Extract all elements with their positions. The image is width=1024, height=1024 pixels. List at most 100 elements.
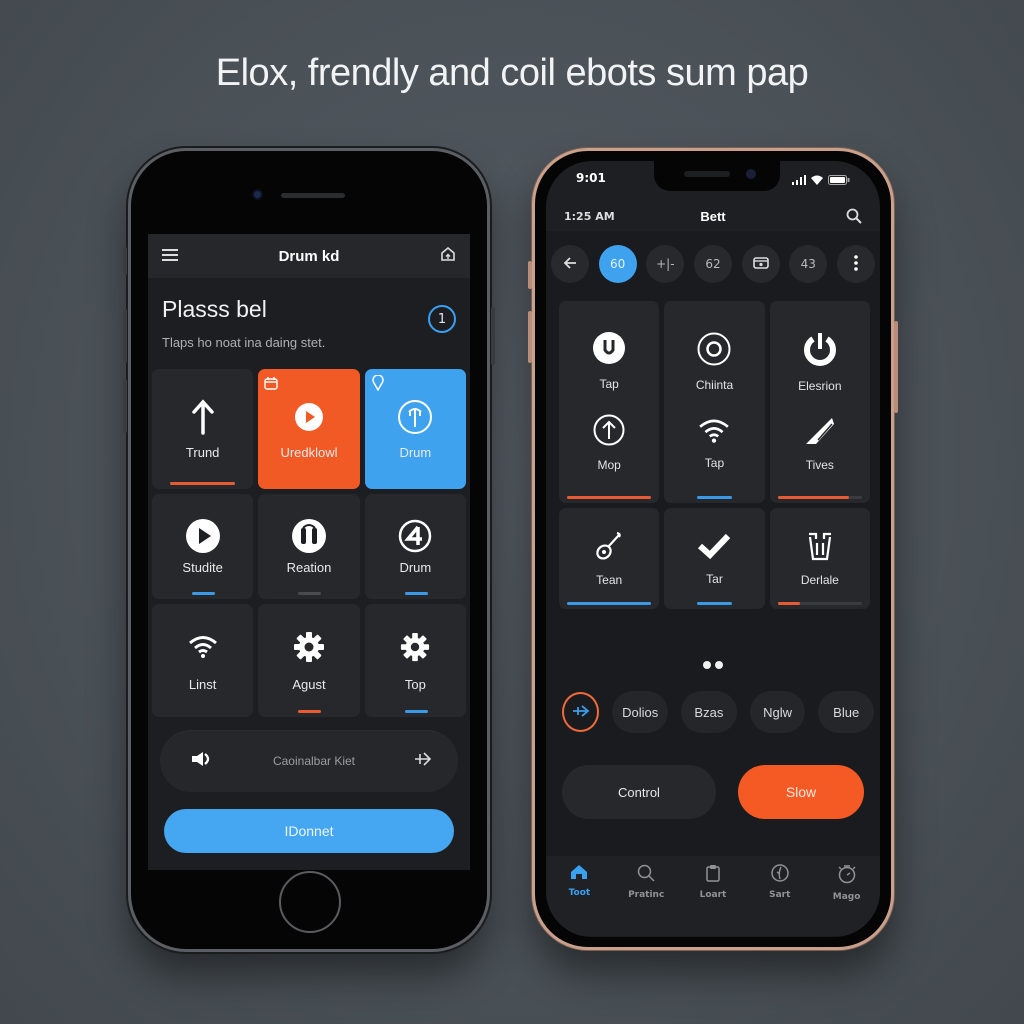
tile-label: Tar	[706, 571, 723, 586]
tab-label: Sart	[769, 890, 791, 900]
tab-toot[interactable]: Toot	[551, 864, 607, 936]
page-headline: Elox, frendly and coil ebots sum pap	[215, 52, 809, 94]
search-icon[interactable]	[792, 208, 862, 224]
tile-label: Chiinta	[695, 378, 734, 392]
forward-button[interactable]	[562, 692, 600, 732]
tile-label: Mop	[597, 457, 621, 472]
tab-loart[interactable]: Loart	[685, 864, 741, 936]
count-badge[interactable]: 1	[428, 305, 456, 333]
chip-60[interactable]: 60	[598, 245, 637, 283]
home-icon[interactable]	[440, 246, 456, 266]
nav-time: 1:25 AM	[564, 209, 615, 223]
progress-fill	[777, 496, 850, 499]
progress-fill	[567, 602, 652, 605]
home-button[interactable]	[279, 871, 341, 933]
more-button[interactable]	[836, 245, 875, 283]
search-icon	[637, 864, 655, 886]
progress-indicator	[298, 592, 322, 595]
pad-tile[interactable]: Drum	[364, 369, 466, 489]
tile-label: Derlale	[800, 572, 839, 587]
right-phone: 9:01 1:25 AM Bett 60 +|- 62 43 Tap Mop C…	[528, 148, 898, 950]
progress-indicator	[192, 592, 215, 595]
calendar-icon	[264, 375, 279, 390]
pad-label: Agust	[292, 677, 326, 692]
bucket-icon	[807, 531, 833, 565]
right-screen: 9:01 1:25 AM Bett 60 +|- 62 43 Tap Mop C…	[546, 161, 880, 937]
notch	[654, 161, 780, 191]
pad-label: Reation	[286, 560, 332, 575]
forward-arrow-icon	[572, 703, 590, 722]
section-subtitle: Tlaps ho noat ina daing stet.	[162, 335, 326, 350]
tuning-fork-circle-icon	[397, 399, 433, 435]
earpiece-speaker	[281, 193, 345, 198]
progress-fill	[777, 602, 801, 605]
control-tile[interactable]: Tap Mop	[559, 301, 660, 503]
progress-fill	[697, 496, 732, 499]
section-title: Plasss bel	[162, 296, 267, 322]
tab-sart[interactable]: Sart	[752, 864, 808, 936]
mute-switch	[528, 261, 532, 289]
control-bar[interactable]: Caoinalbar Kiet	[160, 730, 458, 792]
control-grid: Tap Mop Chiinta Tap Elesrion Tives Tean …	[559, 301, 870, 609]
progress-indicator	[404, 592, 428, 595]
page-dot[interactable]	[715, 661, 723, 669]
control-tile[interactable]: Chiinta Tap	[664, 301, 765, 503]
chip-plus-minus[interactable]: +|-	[646, 245, 685, 283]
top-bar: Drum kd	[148, 234, 470, 278]
control-tile[interactable]: Derlale	[769, 508, 870, 609]
control-tile[interactable]: Tar	[664, 508, 765, 609]
nav-bar: 1:25 AM Bett	[546, 201, 880, 231]
tab-label: Loart	[699, 890, 727, 900]
pill-option[interactable]: Blue	[818, 691, 875, 733]
pad-tile[interactable]: Reation	[258, 494, 360, 599]
pad-tile[interactable]: Agust	[258, 604, 360, 717]
control-tile[interactable]: Elesrion Tives	[769, 301, 870, 503]
wifi-icon	[185, 629, 221, 665]
chip-43[interactable]: 43	[789, 245, 828, 283]
pill-option[interactable]: Bzas	[681, 691, 737, 733]
tile-label: Tap	[704, 456, 725, 470]
chip-62[interactable]: 62	[693, 245, 732, 283]
pad-tile[interactable]: Uredklowl	[258, 369, 360, 489]
clipboard-icon	[706, 864, 720, 886]
primary-button[interactable]: IDonnet	[164, 809, 454, 853]
slow-button[interactable]: Slow	[738, 765, 864, 819]
hamburger-icon[interactable]	[162, 247, 178, 266]
pad-tile[interactable]: Top	[364, 604, 466, 717]
pad-tile[interactable]: Studite	[152, 494, 254, 599]
play-circle-icon	[185, 518, 221, 554]
more-vertical-icon	[854, 254, 858, 274]
power-button	[894, 321, 898, 413]
number-four-circle-icon	[397, 518, 433, 554]
send-arrow-icon[interactable]	[414, 751, 432, 771]
power-circle-icon	[592, 331, 626, 369]
page-indicator[interactable]	[546, 661, 880, 669]
pad-tile[interactable]: Linst	[152, 604, 254, 717]
tab-mago[interactable]: Mago	[819, 864, 875, 936]
radio-button[interactable]	[741, 245, 780, 283]
control-button[interactable]: Control	[562, 765, 716, 819]
progress-fill	[697, 602, 732, 605]
arrow-up-icon	[185, 398, 221, 435]
chip-row: 60 +|- 62 43	[551, 245, 875, 283]
tab-label: Mago	[832, 892, 861, 902]
headphones-icon	[291, 518, 327, 554]
tab-pratinc[interactable]: Pratinc	[618, 864, 674, 936]
back-button[interactable]	[551, 245, 589, 283]
volume-up-button	[528, 311, 532, 363]
pill-option[interactable]: Dolios	[612, 691, 669, 733]
page-dot[interactable]	[703, 661, 711, 669]
pad-tile[interactable]: Drum	[364, 494, 466, 599]
speaker-icon[interactable]	[190, 750, 214, 772]
progress-track	[697, 602, 732, 605]
control-bar-label: Caoinalbar Kiet	[272, 754, 356, 768]
tab-bar: Toot Pratinc Loart Sart Mago	[546, 856, 880, 936]
pad-tile[interactable]: Trund	[152, 369, 254, 489]
pad-label: Trund	[185, 444, 220, 460]
tile-label: Tean	[596, 572, 623, 587]
progress-indicator	[298, 710, 322, 713]
app-title: Drum kd	[278, 247, 340, 265]
tab-label: Toot	[568, 888, 591, 898]
control-tile[interactable]: Tean	[559, 508, 660, 609]
pill-option[interactable]: Nglw	[749, 691, 806, 733]
